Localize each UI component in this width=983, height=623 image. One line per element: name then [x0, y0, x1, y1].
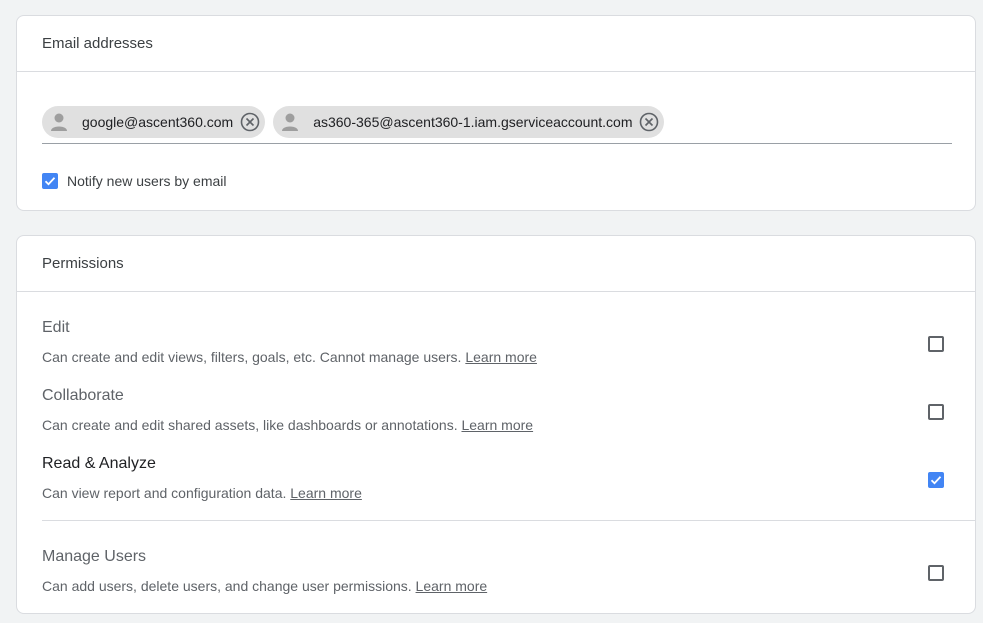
learn-more-link[interactable]: Learn more: [290, 485, 362, 501]
permission-title: Collaborate: [42, 387, 124, 404]
email-chip: as360-365@ascent360-1.iam.gserviceaccoun…: [273, 106, 665, 138]
learn-more-link[interactable]: Learn more: [461, 417, 533, 433]
permission-description: Can add users, delete users, and change …: [42, 578, 976, 594]
permission-description: Can create and edit shared assets, like …: [42, 417, 976, 433]
close-circle-icon[interactable]: [239, 111, 261, 133]
notify-users-checkbox[interactable]: [42, 173, 58, 189]
permission-description: Can view report and configuration data. …: [42, 485, 976, 501]
learn-more-link[interactable]: Learn more: [465, 349, 537, 365]
email-addresses-card: Email addresses google@ascent360.com as3…: [16, 15, 976, 211]
email-section-title: Email addresses: [17, 16, 975, 72]
email-chip-label: google@ascent360.com: [82, 114, 234, 130]
permission-description-text: Can create and edit shared assets, like …: [42, 417, 458, 433]
permission-description-text: Can add users, delete users, and change …: [42, 578, 412, 594]
permission-edit: Edit Can create and edit views, filters,…: [42, 319, 976, 365]
permissions-card: Permissions Edit Can create and edit vie…: [16, 235, 976, 614]
person-icon: [48, 111, 70, 133]
section-divider: [42, 520, 976, 521]
permission-title: Edit: [42, 319, 70, 336]
permission-manage-users-checkbox[interactable]: [928, 565, 944, 581]
permission-description-text: Can view report and configuration data.: [42, 485, 287, 501]
permission-collaborate-checkbox[interactable]: [928, 404, 944, 420]
email-chip-label: as360-365@ascent360-1.iam.gserviceaccoun…: [313, 114, 633, 130]
notify-users-option[interactable]: Notify new users by email: [42, 173, 227, 189]
permission-description: Can create and edit views, filters, goal…: [42, 349, 976, 365]
email-chip-input[interactable]: google@ascent360.com as360-365@ascent360…: [42, 106, 952, 144]
email-chip: google@ascent360.com: [42, 106, 266, 138]
close-circle-icon[interactable]: [638, 111, 660, 133]
permission-read-analyze: Read & Analyze Can view report and confi…: [42, 455, 976, 501]
permission-collaborate: Collaborate Can create and edit shared a…: [42, 387, 976, 433]
permission-description-text: Can create and edit views, filters, goal…: [42, 349, 462, 365]
permission-read-analyze-checkbox[interactable]: [928, 472, 944, 488]
permission-edit-checkbox[interactable]: [928, 336, 944, 352]
permissions-section-title: Permissions: [17, 236, 975, 292]
permission-title: Manage Users: [42, 548, 147, 565]
permission-manage-users: Manage Users Can add users, delete users…: [42, 548, 976, 594]
learn-more-link[interactable]: Learn more: [416, 578, 488, 594]
person-icon: [279, 111, 301, 133]
permission-title: Read & Analyze: [42, 455, 156, 472]
notify-users-label: Notify new users by email: [67, 173, 227, 189]
